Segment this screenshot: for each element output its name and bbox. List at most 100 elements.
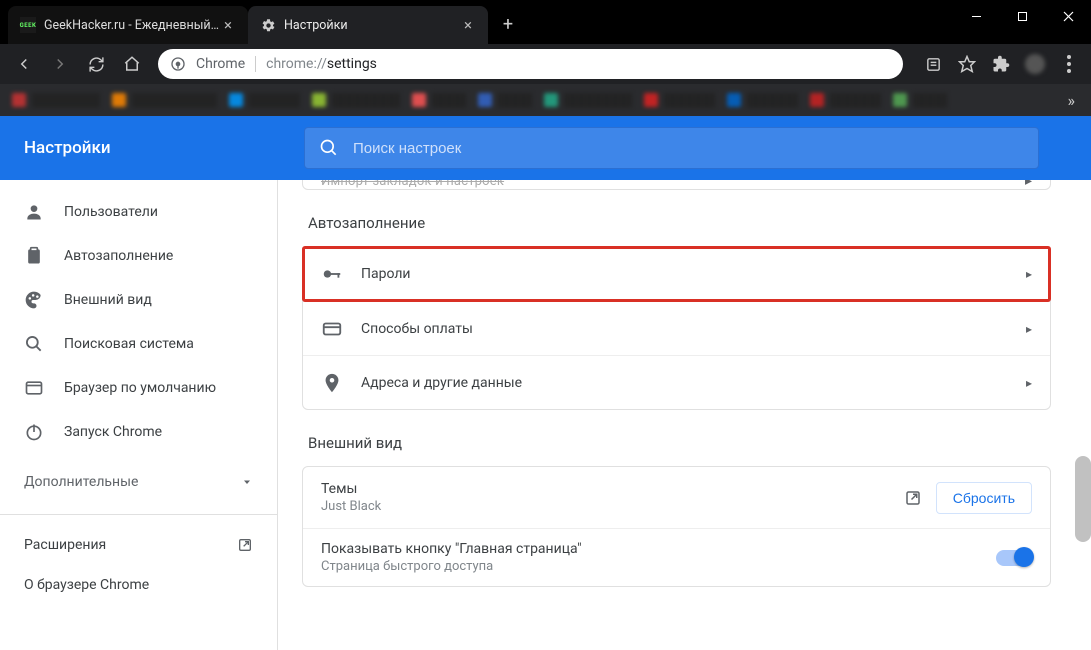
- site-info-icon[interactable]: [170, 56, 186, 72]
- chevron-right-icon: ▸: [1026, 267, 1032, 281]
- nav-item-users[interactable]: Пользователи: [0, 190, 277, 234]
- browser-tab-geekhacker[interactable]: GEEK GeekHacker.ru - Ежедневный жу ×: [8, 6, 248, 44]
- power-icon: [24, 422, 44, 442]
- nav-item-search-engine[interactable]: Поисковая система: [0, 322, 277, 366]
- nav-label: Автозаполнение: [64, 248, 173, 264]
- bookmark-item[interactable]: ██████: [727, 93, 798, 107]
- clipboard-icon: [24, 246, 44, 266]
- nav-forward-button[interactable]: [44, 48, 76, 80]
- bookmark-item[interactable]: ████████: [12, 93, 100, 107]
- address-bar[interactable]: Chrome chrome://settings: [158, 49, 903, 79]
- bookmark-item[interactable]: ████: [893, 93, 947, 107]
- row-label: Способы оплаты: [361, 321, 473, 337]
- browser-window-icon: [24, 378, 44, 398]
- gear-icon: [260, 17, 276, 33]
- row-label: Импорт закладок и настроек: [321, 180, 504, 189]
- window-close-button[interactable]: [1045, 0, 1091, 32]
- bookmarks-overflow-icon[interactable]: »: [1068, 91, 1080, 110]
- palette-icon: [24, 290, 44, 310]
- url-text: chrome://settings: [266, 56, 377, 72]
- window-minimize-button[interactable]: [953, 0, 999, 32]
- key-icon: [321, 263, 343, 285]
- reader-mode-icon[interactable]: [919, 50, 947, 78]
- nav-back-button[interactable]: [8, 48, 40, 80]
- settings-page: Настройки Пользователи Автозаполнение Вн…: [0, 116, 1091, 650]
- chevron-down-icon: [241, 476, 253, 488]
- row-addresses[interactable]: Адреса и другие данные ▸: [303, 355, 1050, 409]
- open-external-icon: [237, 537, 253, 553]
- avatar-icon[interactable]: [1021, 50, 1049, 78]
- nav-home-button[interactable]: [116, 48, 148, 80]
- separator: [255, 56, 256, 72]
- divider: [0, 514, 277, 515]
- bookmark-item[interactable]: ████████: [544, 93, 632, 107]
- menu-kebab-icon[interactable]: [1055, 50, 1083, 78]
- vertical-scrollbar[interactable]: [1075, 296, 1091, 650]
- row-payment-methods[interactable]: Способы оплаты ▸: [303, 301, 1050, 355]
- extensions-puzzle-icon[interactable]: [987, 50, 1015, 78]
- nav-item-autofill[interactable]: Автозаполнение: [0, 234, 277, 278]
- bookmark-item[interactable]: ██████: [644, 93, 715, 107]
- location-pin-icon: [321, 372, 343, 394]
- nav-label: Поисковая система: [64, 336, 194, 352]
- settings-header: Настройки: [0, 116, 1091, 180]
- open-external-icon[interactable]: [904, 489, 922, 507]
- browser-toolbar: Chrome chrome://settings: [0, 44, 1091, 84]
- search-icon: [24, 334, 44, 354]
- row-label: Пароли: [361, 266, 411, 282]
- settings-search[interactable]: [304, 127, 1039, 169]
- tab-favicon: GEEK: [20, 17, 36, 33]
- home-button-sub: Страница быстрого доступа: [321, 559, 582, 574]
- credit-card-icon: [321, 318, 343, 340]
- url-scheme-label: Chrome: [196, 56, 245, 72]
- settings-main: Импорт закладок и настроек ▸ Автозаполне…: [278, 180, 1091, 650]
- settings-search-input[interactable]: [353, 140, 1024, 157]
- bookmark-item[interactable]: ██████: [810, 93, 881, 107]
- nav-label: Запуск Chrome: [64, 424, 162, 440]
- nav-label: Пользователи: [64, 204, 158, 220]
- tab-strip: GEEK GeekHacker.ru - Ежедневный жу × Нас…: [8, 6, 488, 44]
- bookmark-star-icon[interactable]: [953, 50, 981, 78]
- browser-tab-settings[interactable]: Настройки ×: [248, 6, 488, 44]
- bookmark-item[interactable]: ████: [412, 93, 466, 107]
- bookmarks-bar: ████████ ██████████ ██████ ████████ ████…: [0, 84, 1091, 116]
- import-bookmarks-row-card[interactable]: Импорт закладок и настроек ▸: [302, 180, 1051, 190]
- row-passwords[interactable]: Пароли ▸: [303, 247, 1050, 301]
- nav-label: О браузере Chrome: [24, 577, 149, 593]
- bookmark-item[interactable]: ████████: [312, 93, 400, 107]
- section-title-appearance: Внешний вид: [308, 434, 1045, 452]
- tab-title: Настройки: [284, 18, 460, 33]
- settings-title: Настройки: [24, 138, 304, 158]
- reset-theme-button[interactable]: Сбросить: [936, 482, 1032, 514]
- autofill-card: Пароли ▸ Способы оплаты ▸ Адреса и други…: [302, 246, 1051, 410]
- person-icon: [24, 202, 44, 222]
- themes-label: Темы: [321, 481, 381, 497]
- tab-close-icon[interactable]: ×: [220, 17, 236, 33]
- chevron-right-icon: ▸: [1026, 322, 1032, 336]
- window-controls: [953, 0, 1091, 32]
- nav-reload-button[interactable]: [80, 48, 112, 80]
- bookmark-item[interactable]: ████: [478, 93, 532, 107]
- nav-item-extensions[interactable]: Расширения: [0, 525, 277, 565]
- nav-item-about[interactable]: О браузере Chrome: [0, 565, 277, 605]
- window-maximize-button[interactable]: [999, 0, 1045, 32]
- nav-item-appearance[interactable]: Внешний вид: [0, 278, 277, 322]
- nav-label: Браузер по умолчанию: [64, 380, 216, 396]
- row-themes[interactable]: Темы Just Black Сбросить: [303, 467, 1050, 528]
- chevron-right-icon: ▸: [1026, 376, 1032, 390]
- nav-item-default-browser[interactable]: Браузер по умолчанию: [0, 366, 277, 410]
- settings-sidebar: Пользователи Автозаполнение Внешний вид …: [0, 180, 278, 650]
- themes-value: Just Black: [321, 499, 381, 514]
- nav-item-advanced[interactable]: Дополнительные: [0, 460, 277, 504]
- new-tab-button[interactable]: +: [494, 10, 522, 38]
- row-show-home-button[interactable]: Показывать кнопку "Главная страница" Стр…: [303, 528, 1050, 586]
- nav-item-on-startup[interactable]: Запуск Chrome: [0, 410, 277, 454]
- bookmark-item[interactable]: ██████: [229, 93, 300, 107]
- bookmark-item[interactable]: ██████████: [112, 93, 217, 107]
- home-button-toggle[interactable]: [996, 550, 1032, 566]
- search-icon: [319, 138, 339, 158]
- nav-label: Расширения: [24, 537, 106, 553]
- nav-label: Внешний вид: [64, 292, 152, 308]
- tab-close-icon[interactable]: ×: [460, 17, 476, 33]
- section-title-autofill: Автозаполнение: [308, 214, 1045, 232]
